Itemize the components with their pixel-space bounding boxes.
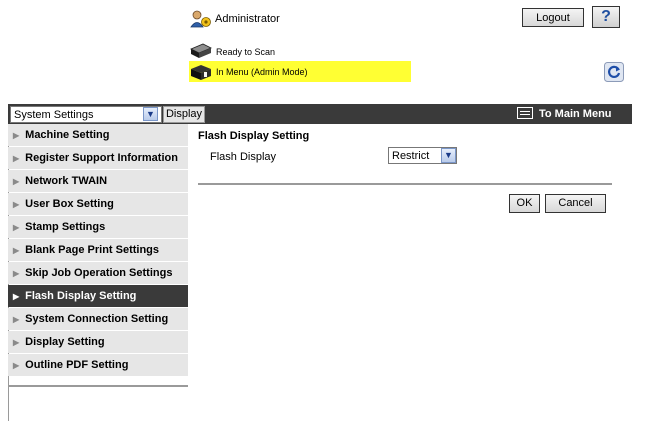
chevron-down-icon[interactable]: ▼ <box>441 148 456 163</box>
triangle-right-icon: ▶ <box>13 269 20 278</box>
scanner-icon <box>190 43 212 58</box>
triangle-right-icon: ▶ <box>13 315 20 324</box>
triangle-right-icon: ▶ <box>13 361 20 370</box>
triangle-right-icon: ▶ <box>13 246 20 255</box>
sidebar-item-label: Network TWAIN <box>25 175 108 187</box>
to-main-menu-label: To Main Menu <box>539 108 612 120</box>
sidebar-item-outline-pdf-setting[interactable]: ▶ Outline PDF Setting <box>8 354 188 376</box>
triangle-right-icon: ▶ <box>13 154 20 163</box>
sidebar-item-blank-page-print-settings[interactable]: ▶ Blank Page Print Settings <box>8 239 188 261</box>
sidebar-item-label: System Connection Setting <box>25 313 169 325</box>
status-admin-text: In Menu (Admin Mode) <box>216 67 308 77</box>
sidebar-item-label: Machine Setting <box>25 129 110 141</box>
sidebar-item-label: User Box Setting <box>25 198 114 210</box>
sidebar-divider <box>8 385 188 387</box>
triangle-right-icon: ▶ <box>13 292 20 301</box>
sidebar-item-label: Skip Job Operation Settings <box>25 267 173 279</box>
sidebar-item-machine-setting[interactable]: ▶ Machine Setting <box>8 124 188 146</box>
page-title: Flash Display Setting <box>198 130 310 142</box>
administrator-icon <box>190 10 211 28</box>
chevron-down-icon[interactable]: ▼ <box>143 107 158 121</box>
refresh-icon[interactable] <box>604 62 624 82</box>
flash-display-value: Restrict <box>392 150 430 162</box>
sidebar-item-display-setting[interactable]: ▶ Display Setting <box>8 331 188 353</box>
machine-admin-icon <box>191 65 211 80</box>
display-button[interactable]: Display <box>163 106 205 123</box>
logout-button[interactable]: Logout <box>522 8 584 27</box>
sidebar-item-label: Flash Display Setting <box>25 290 137 302</box>
flash-display-label: Flash Display <box>210 151 277 163</box>
triangle-right-icon: ▶ <box>13 177 20 186</box>
sidebar-item-user-box-setting[interactable]: ▶ User Box Setting <box>8 193 188 215</box>
sidebar-item-network-twain[interactable]: ▶ Network TWAIN <box>8 170 188 192</box>
triangle-right-icon: ▶ <box>13 200 20 209</box>
main-menu-icon <box>517 107 533 119</box>
help-button[interactable]: ? <box>592 6 620 28</box>
triangle-right-icon: ▶ <box>13 131 20 140</box>
to-main-menu-link[interactable]: To Main Menu <box>517 105 612 123</box>
sidebar-item-label: Stamp Settings <box>25 221 106 233</box>
content-divider <box>198 183 612 185</box>
sidebar-item-flash-display-setting[interactable]: ▶ Flash Display Setting <box>8 285 188 307</box>
sidebar-item-label: Register Support Information <box>25 152 178 164</box>
sidebar-item-register-support-information[interactable]: ▶ Register Support Information <box>8 147 188 169</box>
triangle-right-icon: ▶ <box>13 223 20 232</box>
sidebar-item-skip-job-operation-settings[interactable]: ▶ Skip Job Operation Settings <box>8 262 188 284</box>
sidebar-item-label: Outline PDF Setting <box>25 359 129 371</box>
category-select-value: System Settings <box>14 109 94 121</box>
user-name-label: Administrator <box>215 13 280 25</box>
sidebar-item-stamp-settings[interactable]: ▶ Stamp Settings <box>8 216 188 238</box>
cancel-button[interactable]: Cancel <box>545 194 606 213</box>
sidebar-item-label: Display Setting <box>25 336 105 348</box>
ok-button[interactable]: OK <box>509 194 540 213</box>
triangle-right-icon: ▶ <box>13 338 20 347</box>
sidebar: ▶ Machine Setting ▶ Register Support Infor… <box>8 124 188 377</box>
sidebar-item-system-connection-setting[interactable]: ▶ System Connection Setting <box>8 308 188 330</box>
sidebar-item-label: Blank Page Print Settings <box>25 244 160 256</box>
status-ready-text: Ready to Scan <box>216 47 276 57</box>
